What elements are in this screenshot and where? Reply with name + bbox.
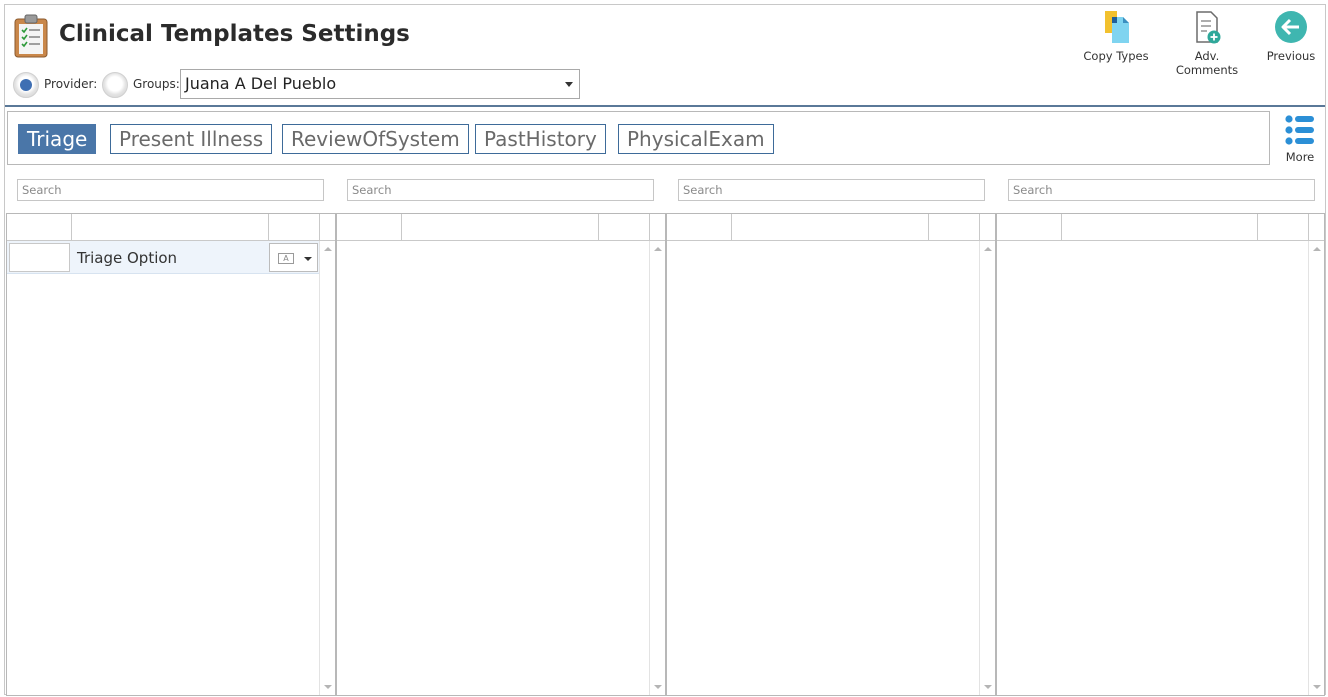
row-cell-blank[interactable]	[9, 243, 70, 272]
grid-header	[337, 214, 665, 241]
search-input-3[interactable]: Search	[678, 179, 985, 201]
provider-dropdown[interactable]: Juana A Del Pueblo	[180, 69, 580, 99]
grid-header-col	[1258, 214, 1309, 241]
grid-header-col	[929, 214, 980, 241]
vertical-scrollbar[interactable]	[979, 241, 995, 695]
page-title: Clinical Templates Settings	[59, 21, 410, 47]
chevron-down-icon	[304, 257, 312, 261]
provider-dropdown-value: Juana A Del Pueblo	[185, 74, 337, 93]
groups-label: Groups:	[133, 77, 180, 91]
template-grid-3	[666, 213, 996, 696]
search-input-2[interactable]: Search	[347, 179, 654, 201]
adv-comments-label: Adv. Comments	[1175, 49, 1239, 77]
provider-radio-selected-dot	[20, 79, 32, 91]
scroll-up-icon[interactable]	[1313, 247, 1321, 251]
grid-header-col	[667, 214, 732, 241]
text-field-icon: A	[278, 253, 294, 264]
grid-header	[7, 214, 335, 241]
list-icon	[1285, 115, 1314, 145]
provider-label: Provider:	[44, 77, 98, 91]
scroll-down-icon[interactable]	[654, 685, 662, 689]
scroll-down-icon[interactable]	[984, 685, 992, 689]
template-grid-4	[996, 213, 1325, 696]
app-window: Clinical Templates Settings Provider: Gr…	[4, 4, 1326, 696]
grid-header-col	[269, 214, 320, 241]
table-row[interactable]: Triage Option A	[7, 241, 320, 274]
template-grid-2	[336, 213, 666, 696]
more-button[interactable]: More	[1280, 113, 1320, 164]
grid-header-col	[337, 214, 402, 241]
vertical-scrollbar[interactable]	[1308, 241, 1324, 695]
tab-past-history[interactable]: PastHistory	[475, 124, 606, 154]
previous-label: Previous	[1266, 49, 1316, 63]
grid-header	[667, 214, 995, 241]
clipboard-icon	[14, 14, 48, 58]
grid-header-col	[1062, 214, 1258, 241]
chevron-down-icon	[565, 82, 573, 87]
more-label: More	[1285, 150, 1315, 164]
row-label: Triage Option	[77, 249, 178, 267]
copy-types-label: Copy Types	[1083, 49, 1149, 63]
vertical-scrollbar[interactable]	[649, 241, 665, 695]
scroll-up-icon[interactable]	[324, 247, 332, 251]
groups-radio[interactable]	[102, 72, 128, 98]
scroll-down-icon[interactable]	[1313, 685, 1321, 689]
provider-radio[interactable]	[13, 72, 39, 98]
copy-types-icon	[1105, 11, 1129, 43]
grid-header-col	[599, 214, 650, 241]
adv-comments-button[interactable]: Adv. Comments	[1163, 9, 1251, 77]
back-arrow-icon	[1275, 11, 1307, 43]
tab-triage[interactable]: Triage	[18, 124, 97, 154]
copy-types-button[interactable]: Copy Types	[1083, 9, 1149, 63]
header-divider	[5, 105, 1325, 107]
grid-header-col	[732, 214, 929, 241]
scroll-up-icon[interactable]	[984, 247, 992, 251]
template-grid-1: Triage Option A	[6, 213, 336, 696]
document-add-icon	[1196, 11, 1221, 44]
tab-present-illness[interactable]: Present Illness	[110, 124, 273, 154]
template-tab-bar: Triage Present Illness ReviewOfSystem Pa…	[7, 111, 1270, 165]
tab-review-of-system[interactable]: ReviewOfSystem	[282, 124, 469, 154]
field-type-dropdown[interactable]: A	[269, 243, 318, 272]
tab-physical-exam[interactable]: PhysicalExam	[618, 124, 774, 154]
grid-header-col	[997, 214, 1062, 241]
search-input-4[interactable]: Search	[1008, 179, 1315, 201]
grid-header	[997, 214, 1324, 241]
search-input-1[interactable]: Search	[17, 179, 324, 201]
grid-header-col	[402, 214, 599, 241]
grid-header-col	[72, 214, 269, 241]
vertical-scrollbar[interactable]	[319, 241, 335, 695]
scroll-down-icon[interactable]	[324, 685, 332, 689]
previous-button[interactable]: Previous	[1265, 9, 1317, 63]
scroll-up-icon[interactable]	[654, 247, 662, 251]
grid-header-col	[7, 214, 72, 241]
